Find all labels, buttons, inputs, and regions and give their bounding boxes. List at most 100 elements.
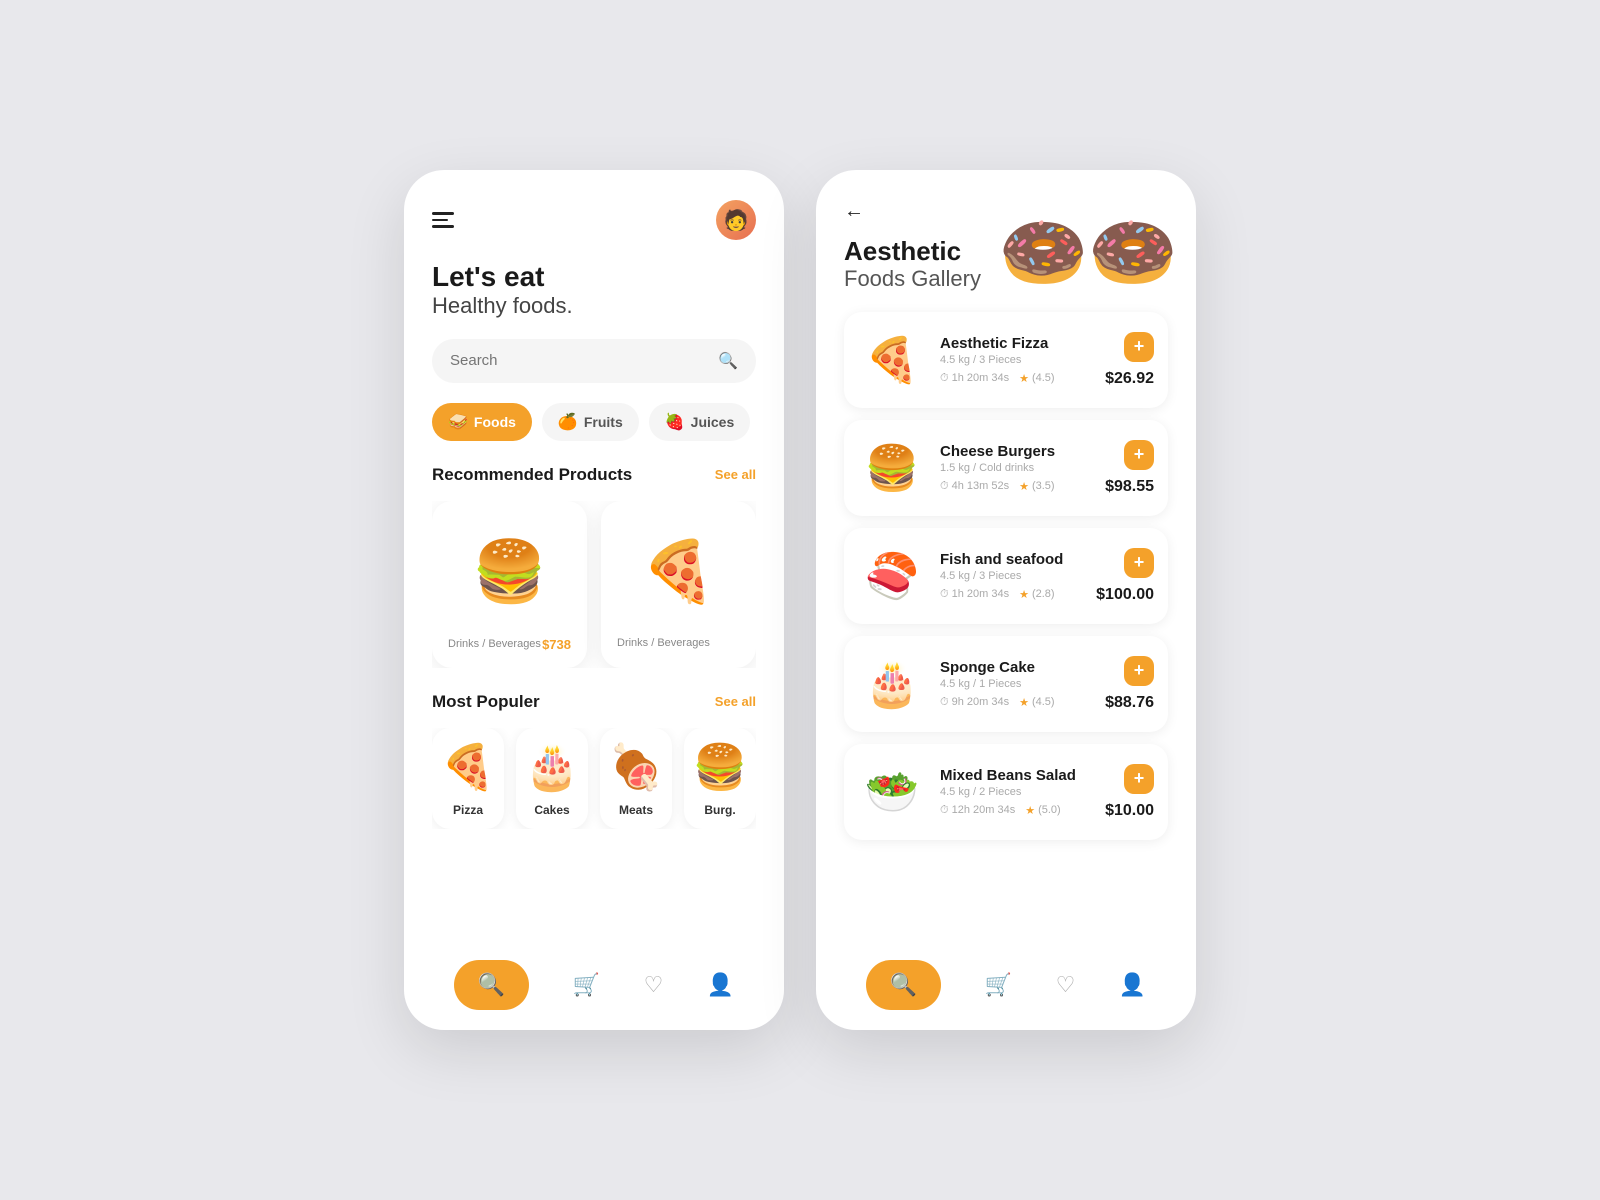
product-label-0: Drinks / Beverages [448, 638, 541, 650]
cake-meta: 4.5 kg / 1 Pieces [940, 678, 1091, 690]
popular-item-cakes[interactable]: 🎂 Cakes [516, 728, 588, 829]
search-input[interactable] [450, 352, 718, 369]
nav-user-right[interactable]: 👤 [1119, 972, 1146, 998]
fish-stats: ⏱ 1h 20m 34s ★ (2.8) [940, 588, 1082, 601]
fizza-name: Aesthetic Fizza [940, 335, 1091, 352]
cake-img: 🎂 [858, 650, 926, 718]
greeting-title: Let's eat [432, 262, 756, 293]
fish-time: ⏱ 1h 20m 34s [940, 588, 1009, 601]
nav-user[interactable]: 👤 [707, 972, 734, 998]
nav-heart[interactable]: ♡ [644, 972, 664, 998]
recommended-title: Recommended Products [432, 465, 632, 485]
nav-heart-icon-right: ♡ [1056, 972, 1076, 998]
add-cake-button[interactable]: + [1124, 656, 1154, 686]
burger-img: 🍔 [858, 434, 926, 502]
fish-rating: ★ (2.8) [1019, 588, 1055, 601]
salad-info: Mixed Beans Salad 4.5 kg / 2 Pieces ⏱ 12… [940, 767, 1091, 817]
fizza-meta: 4.5 kg / 3 Pieces [940, 354, 1091, 366]
nav-cart[interactable]: 🛒 [573, 972, 600, 998]
add-salad-button[interactable]: + [1124, 764, 1154, 794]
cake-name: Sponge Cake [940, 659, 1091, 676]
nav-heart-icon: ♡ [644, 972, 664, 998]
cat-tab-fruits[interactable]: 🍊 Fruits [542, 403, 639, 441]
burger-name: Cheese Burgers [940, 443, 1091, 460]
pizza-img: 🍕 [441, 740, 496, 795]
cakes-label: Cakes [534, 803, 569, 817]
fish-meta: 4.5 kg / 3 Pieces [940, 570, 1082, 582]
foods-emoji: 🥪 [448, 412, 468, 432]
cake-rating: ★ (4.5) [1019, 696, 1055, 709]
popular-item-pizza[interactable]: 🍕 Pizza [432, 728, 504, 829]
search-bar[interactable]: 🔍 [432, 339, 756, 383]
recommended-see-all[interactable]: See all [715, 467, 756, 482]
salad-img: 🥗 [858, 758, 926, 826]
salad-meta: 4.5 kg / 2 Pieces [940, 786, 1091, 798]
burger-meta: 1.5 kg / Cold drinks [940, 462, 1091, 474]
burger-info: Cheese Burgers 1.5 kg / Cold drinks ⏱ 4h… [940, 443, 1091, 493]
salad-time: ⏱ 12h 20m 34s [940, 804, 1015, 817]
popular-item-burg[interactable]: 🍔 Burg. [684, 728, 756, 829]
star-icon-2: ★ [1019, 588, 1029, 601]
search-icon: 🔍 [718, 351, 738, 371]
juices-emoji: 🍓 [665, 412, 685, 432]
nav-search-right[interactable]: 🔍 [866, 960, 941, 1010]
product-card-0[interactable]: 🍔 Drinks / Beverages $738 [432, 501, 587, 668]
cake-stats: ⏱ 9h 20m 34s ★ (4.5) [940, 696, 1091, 709]
hamburger-menu[interactable] [432, 212, 454, 228]
food-item-salad: 🥗 Mixed Beans Salad 4.5 kg / 2 Pieces ⏱ … [844, 744, 1168, 840]
avatar[interactable]: 🧑 [716, 200, 756, 240]
gallery-title-block: Aesthetic Foods Gallery [844, 237, 981, 292]
clock-icon-1: ⏱ [940, 480, 949, 493]
nav-search-icon: 🔍 [478, 972, 505, 998]
nav-search-icon-right: 🔍 [890, 972, 917, 998]
cat-tab-juices[interactable]: 🍓 Juices [649, 403, 751, 441]
nav-cart-icon: 🛒 [573, 972, 600, 998]
add-burger-button[interactable]: + [1124, 440, 1154, 470]
left-phone: 🧑 Let's eat Healthy foods. 🔍 🥪 Foods 🍊 F… [404, 170, 784, 1030]
cake-time: ⏱ 9h 20m 34s [940, 696, 1009, 709]
top-bar-left: 🧑 [432, 200, 756, 240]
clock-icon-3: ⏱ [940, 696, 949, 709]
cat-label-juices: Juices [691, 414, 735, 430]
nav-heart-right[interactable]: ♡ [1056, 972, 1076, 998]
salad-stats: ⏱ 12h 20m 34s ★ (5.0) [940, 804, 1091, 817]
product-card-footer-1: Drinks / Beverages [617, 637, 740, 649]
recommended-header: Recommended Products See all [432, 465, 756, 485]
clock-icon-2: ⏱ [940, 588, 949, 601]
cake-info: Sponge Cake 4.5 kg / 1 Pieces ⏱ 9h 20m 3… [940, 659, 1091, 709]
fish-price: $100.00 [1096, 586, 1154, 604]
fruits-emoji: 🍊 [558, 412, 578, 432]
food-item-fish: 🍣 Fish and seafood 4.5 kg / 3 Pieces ⏱ 1… [844, 528, 1168, 624]
fizza-rating: ★ (4.5) [1019, 372, 1055, 385]
fizza-stats: ⏱ 1h 20m 34s ★ (4.5) [940, 372, 1091, 385]
burger-time: ⏱ 4h 13m 52s [940, 480, 1009, 493]
bottom-nav-right: 🔍 🛒 ♡ 👤 [844, 946, 1168, 1010]
food-item-cake: 🎂 Sponge Cake 4.5 kg / 1 Pieces ⏱ 9h 20m… [844, 636, 1168, 732]
cake-right: + $88.76 [1105, 656, 1154, 712]
popular-item-meats[interactable]: 🍖 Meats [600, 728, 672, 829]
fizza-info: Aesthetic Fizza 4.5 kg / 3 Pieces ⏱ 1h 2… [940, 335, 1091, 385]
gallery-header: Aesthetic Foods Gallery 🍩🍩 [844, 237, 1168, 292]
food-list: 🍕 Aesthetic Fizza 4.5 kg / 3 Pieces ⏱ 1h… [844, 312, 1168, 946]
nav-cart-right[interactable]: 🛒 [985, 972, 1012, 998]
product-cards: 🍔 Drinks / Beverages $738 🍕 Drinks / Bev… [432, 501, 756, 668]
add-fish-button[interactable]: + [1124, 548, 1154, 578]
add-fizza-button[interactable]: + [1124, 332, 1154, 362]
cat-label-fruits: Fruits [584, 414, 623, 430]
nav-cart-icon-right: 🛒 [985, 972, 1012, 998]
fizza-price: $26.92 [1105, 370, 1154, 388]
popular-see-all[interactable]: See all [715, 694, 756, 709]
clock-icon-0: ⏱ [940, 372, 949, 385]
meats-img: 🍖 [609, 740, 664, 795]
nav-search[interactable]: 🔍 [454, 960, 529, 1010]
cakes-img: 🎂 [525, 740, 580, 795]
back-button[interactable]: ← [844, 200, 864, 223]
star-icon-1: ★ [1019, 480, 1029, 493]
fish-right: + $100.00 [1096, 548, 1154, 604]
product-card-1[interactable]: 🍕 Drinks / Beverages [601, 501, 756, 668]
burg-img: 🍔 [693, 740, 748, 795]
cat-tab-foods[interactable]: 🥪 Foods [432, 403, 532, 441]
cat-label-foods: Foods [474, 414, 516, 430]
burg-label: Burg. [704, 803, 735, 817]
cake-price: $88.76 [1105, 694, 1154, 712]
